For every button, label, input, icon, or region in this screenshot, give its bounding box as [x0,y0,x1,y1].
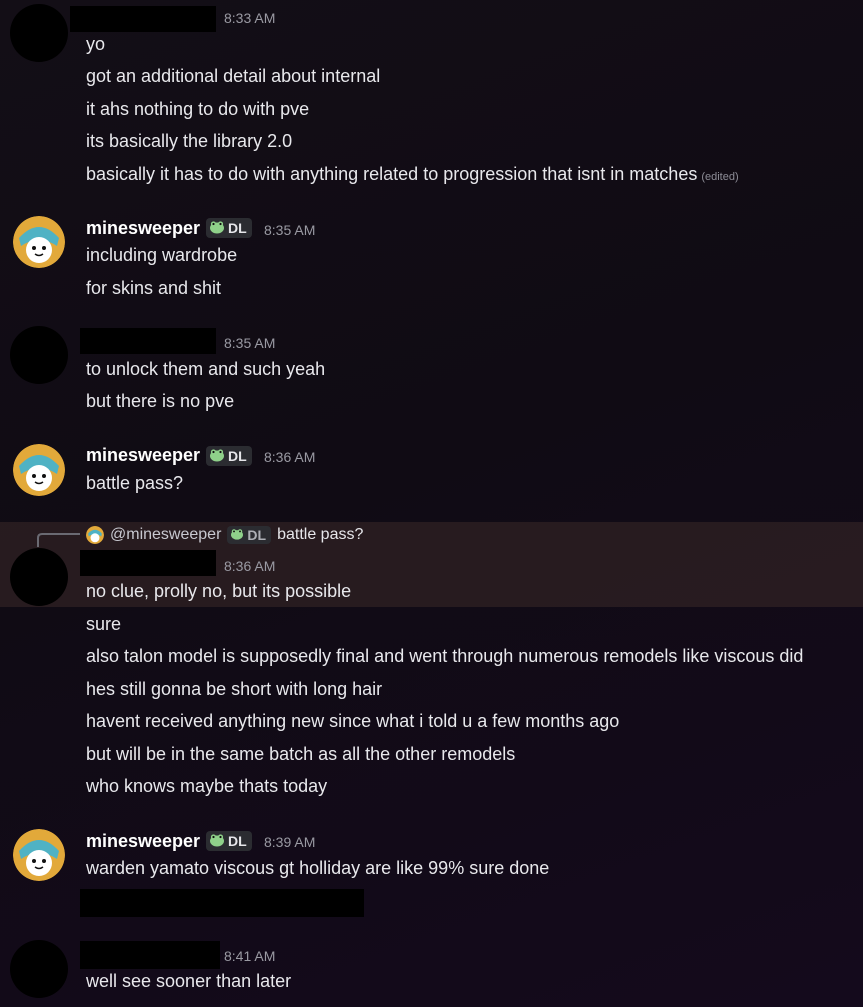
timestamp: 8:36 AM [224,558,276,574]
badge-label: DL [247,527,267,543]
role-badge[interactable]: DL [206,831,252,851]
badge-label: DL [228,448,247,464]
message-line: no clue, prolly no, but its possible [86,581,352,601]
redacted-username [80,550,216,576]
message-line: havent received anything new since what … [86,711,620,731]
message-line: hes still gonna be short with long hair [86,679,383,699]
message-line: its basically the library 2.0 [86,131,293,151]
message-line: who knows maybe thats today [86,776,328,796]
role-badge[interactable]: DL [206,218,252,238]
message-line: it ahs nothing to do with pve [86,99,310,119]
frog-icon [209,220,225,237]
frog-icon [230,527,244,543]
badge-label: DL [228,220,247,236]
role-badge[interactable]: DL [206,446,252,466]
timestamp: 8:41 AM [224,948,276,964]
message-line: got an additional detail about internal [86,66,381,86]
message-line: but there is no pve [86,391,235,411]
redacted-attachment [80,889,364,917]
avatar[interactable] [10,940,68,998]
message-line: basically it has to do with anything rel… [86,164,739,185]
avatar[interactable] [13,216,65,268]
timestamp: 8:35 AM [224,335,276,351]
timestamp: 8:35 AM [264,222,316,238]
redacted-username [70,6,216,32]
message-line: battle pass? [86,473,184,493]
message-line: also talon model is supposedly final and… [86,646,804,666]
message-line: well see sooner than later [86,971,292,991]
message-line: sure [86,614,122,634]
message-line: to unlock them and such yeah [86,359,326,379]
reply-mention[interactable]: @minesweeper [110,526,221,544]
avatar[interactable] [10,4,68,62]
timestamp: 8:33 AM [224,10,276,26]
timestamp: 8:36 AM [264,449,316,465]
reply-avatar-icon [86,526,104,544]
reply-preview[interactable]: @minesweeper DL battle pass? [86,524,363,546]
avatar[interactable] [13,444,65,496]
username[interactable]: minesweeper [86,831,200,852]
avatar[interactable] [13,829,65,881]
frog-icon [209,448,225,465]
redacted-username [80,328,216,354]
reply-connector [37,533,80,547]
message-line: for skins and shit [86,278,222,298]
username[interactable]: minesweeper [86,445,200,466]
message-text: basically it has to do with anything rel… [86,164,698,184]
avatar[interactable] [10,326,68,384]
redacted-username [80,941,220,969]
badge-label: DL [228,833,247,849]
message-line: yo [86,34,106,54]
message-line: including wardrobe [86,245,238,265]
message-line: warden yamato viscous gt holliday are li… [86,858,550,878]
frog-icon [209,833,225,850]
username[interactable]: minesweeper [86,218,200,239]
message-line: but will be in the same batch as all the… [86,744,516,764]
timestamp: 8:39 AM [264,834,316,850]
role-badge[interactable]: DL [227,526,272,544]
edited-label: (edited) [701,171,739,183]
avatar[interactable] [10,548,68,606]
reply-text: battle pass? [277,526,364,543]
